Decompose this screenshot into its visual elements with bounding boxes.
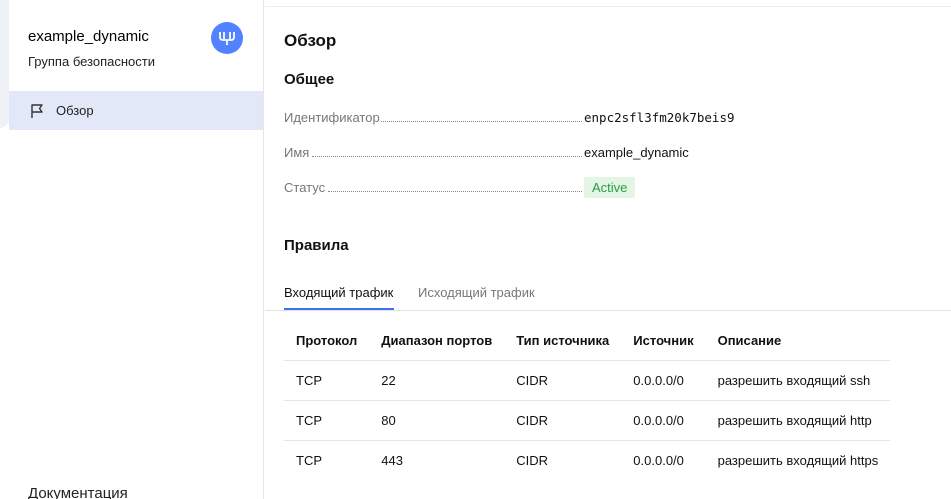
table-row[interactable]: TCP 22 CIDR 0.0.0.0/0 разрешить входящий… [284,360,891,401]
cell-source-type: CIDR [504,360,622,401]
leader-dots [328,191,582,192]
cell-protocol: TCP [296,452,322,468]
page-title: Обзор [284,31,337,50]
cell-port-range: 80 [369,400,505,441]
cell-description: разрешить входящий http [705,400,891,441]
tab-egress[interactable]: Исходящий трафик [418,285,535,300]
column-header-description: Описание [705,321,891,361]
vpc-service-icon[interactable] [211,22,243,54]
column-header-source-type: Тип источника [504,321,622,361]
tab-ingress[interactable]: Входящий трафик [284,285,393,300]
cell-protocol: TCP [284,400,370,441]
table-header-row: Протокол Диапазон портов Тип источника И… [284,321,891,361]
vpc-glyph-icon [219,32,235,45]
table-row[interactable]: TCP 80 CIDR 0.0.0.0/0 разрешить входящий… [284,400,891,441]
cell-description: разрешить входящий ssh [705,360,891,401]
header-divider [265,6,951,7]
cell-port-range: 22 [369,360,505,401]
sidebar: example_dynamic Группа безопасности Обзо… [0,0,264,499]
resource-title: example_dynamic [28,28,149,45]
sidebar-edge [0,0,9,128]
property-row-status: Статус Active [284,177,684,198]
cell-source-type: CIDR [516,452,548,468]
documentation-link[interactable]: Документация [28,485,128,499]
section-title-general: Общее [284,71,335,88]
cell-source: 0.0.0.0/0 [633,452,684,468]
cell-port-range: 443 [381,452,403,468]
column-header-port-range: Диапазон портов [369,321,505,361]
leader-dots [312,156,582,157]
rules-table: Протокол Диапазон портов Тип источника И… [284,321,891,480]
property-label: Статус [284,180,327,195]
active-tab-indicator [284,308,394,310]
tab-label: Исходящий трафик [418,285,535,300]
tab-label: Входящий трафик [284,285,394,300]
property-row-name: Имя example_dynamic [284,143,689,163]
cell-source: 0.0.0.0/0 [621,400,706,441]
app-window: example_dynamic Группа безопасности Обзо… [0,0,951,499]
property-value-id[interactable]: enpc2sfl3fm20k7beis9 [584,110,735,125]
cell-description: разрешить входящий https [717,452,879,468]
column-header-source: Источник [621,321,706,361]
table-row[interactable]: TCP 443 CIDR 0.0.0.0/0 разрешить входящи… [284,440,890,480]
cell-protocol: TCP [284,360,370,401]
sidebar-item-label: Обзор [56,103,94,118]
property-label: Идентификатор [284,110,381,125]
cell-source-type: CIDR [504,400,622,441]
cell-source: 0.0.0.0/0 [621,360,706,401]
status-badge: Active [584,177,636,198]
flag-icon [31,104,43,118]
resource-subtitle: Группа безопасности [28,54,155,69]
leader-dots [380,121,582,122]
property-label: Имя [284,145,311,160]
sidebar-item-overview[interactable]: Обзор [9,91,263,130]
traffic-tabs: Входящий трафик Исходящий трафик [284,276,951,311]
column-header-protocol: Протокол [284,321,370,361]
property-row-id: Идентификатор enpc2sfl3fm20k7beis9 [284,108,735,128]
section-title-rules: Правила [284,237,349,254]
property-value-name: example_dynamic [584,145,689,160]
